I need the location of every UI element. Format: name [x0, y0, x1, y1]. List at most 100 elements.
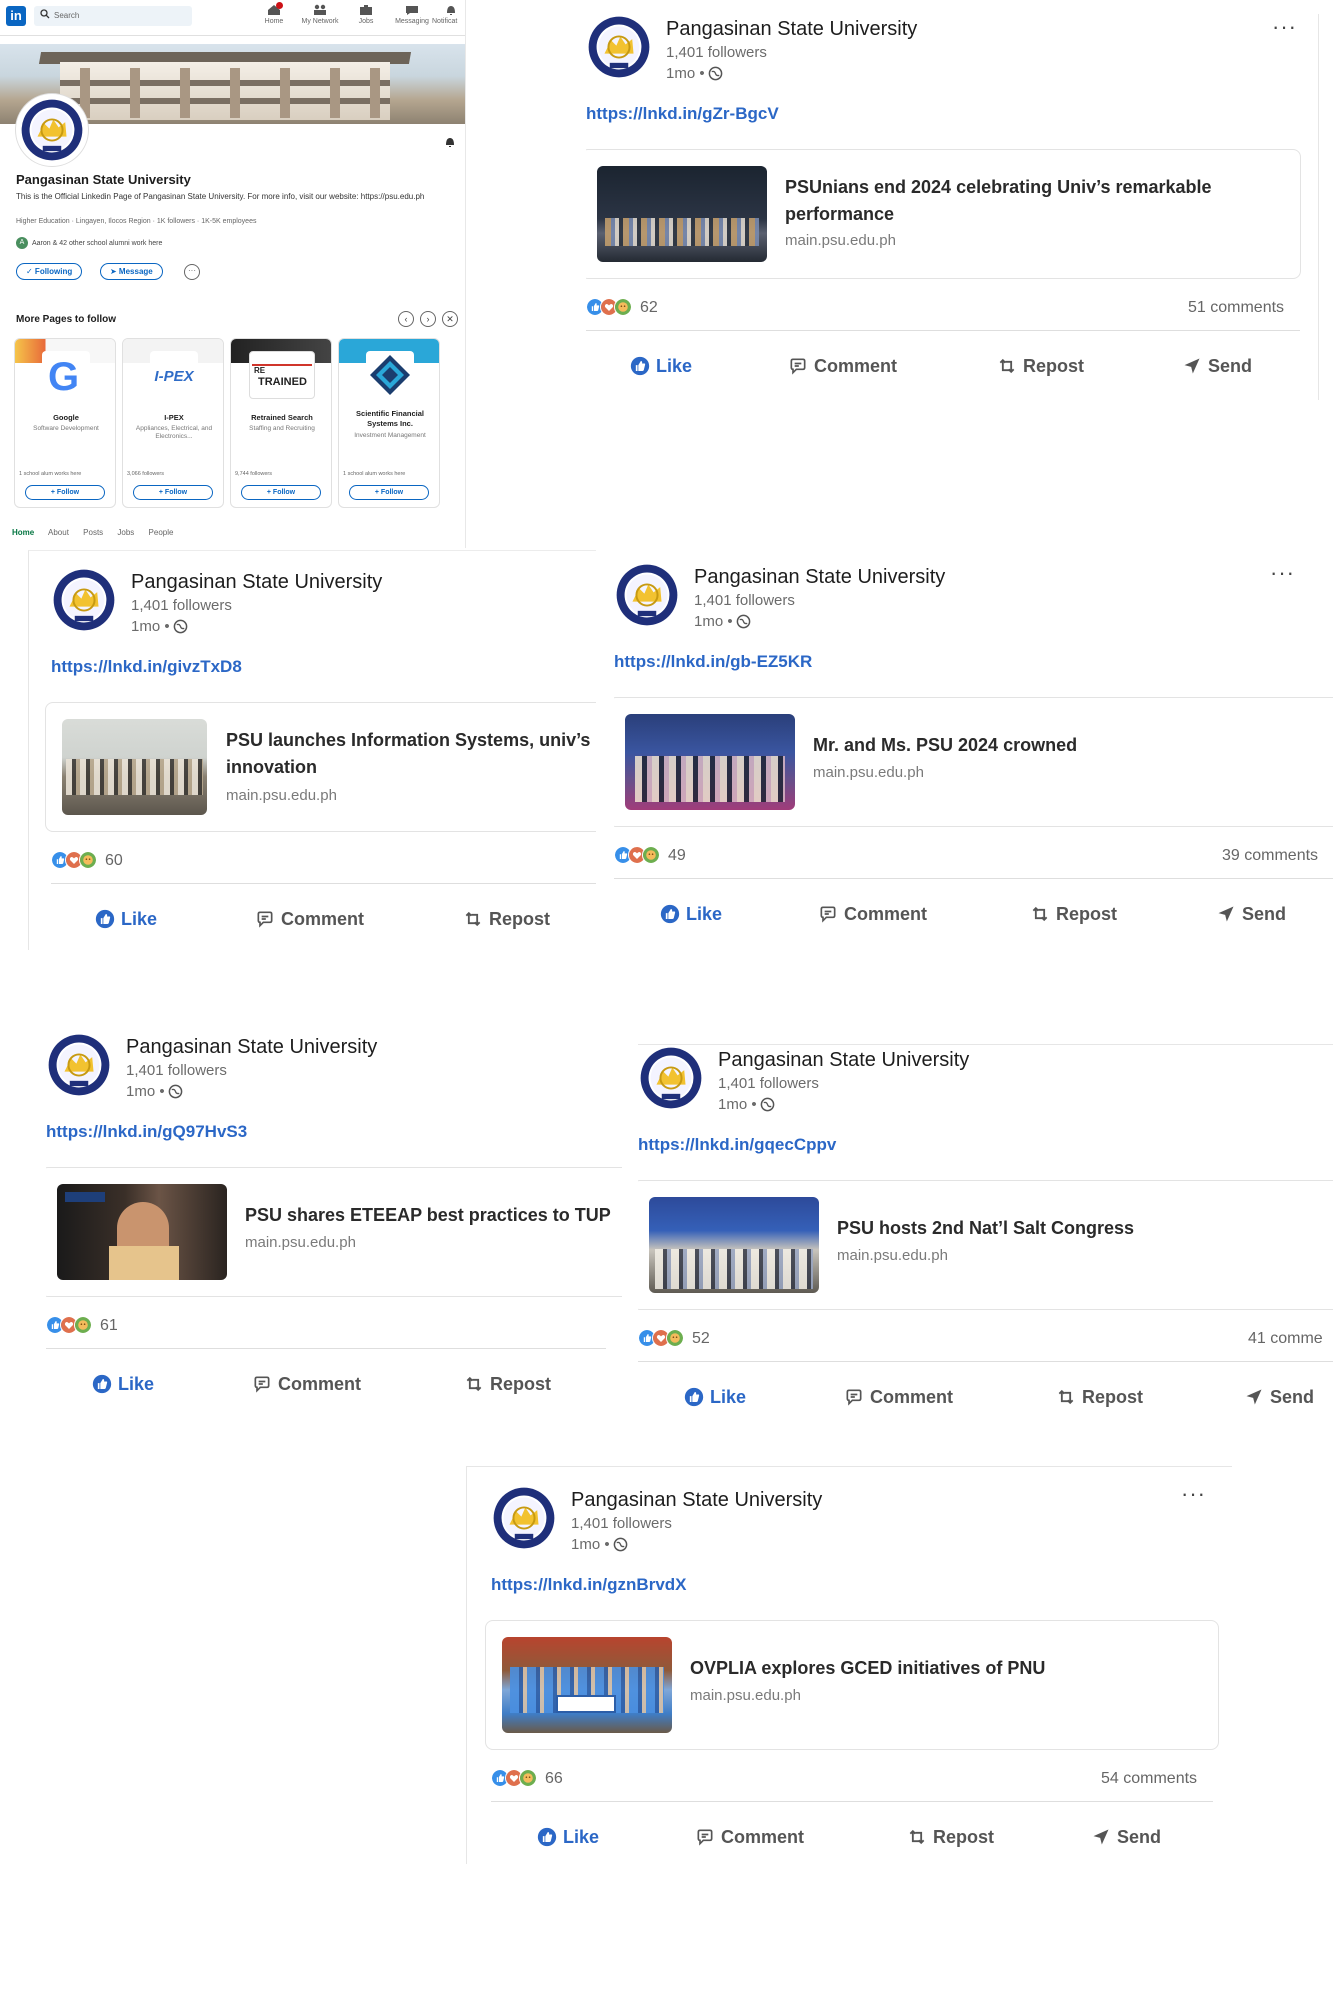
send-icon: [1182, 356, 1202, 376]
link-preview-card[interactable]: PSU shares ETEEAP best practices to TUP …: [46, 1167, 622, 1297]
university-logo[interactable]: [16, 94, 88, 166]
following-button[interactable]: ✓ Following: [16, 263, 83, 280]
comment-count[interactable]: 39 comments: [1222, 847, 1318, 865]
like-button[interactable]: Like: [684, 1387, 746, 1408]
link-preview-card[interactable]: Mr. and Ms. PSU 2024 crowned main.psu.ed…: [614, 697, 1333, 827]
carousel-next-button[interactable]: ›: [420, 311, 436, 327]
tab-home[interactable]: Home: [12, 528, 34, 537]
page-card-name: Retrained Search: [251, 413, 313, 422]
like-button[interactable]: Like: [92, 1374, 154, 1395]
author-avatar[interactable]: [491, 1485, 557, 1551]
message-button[interactable]: ➤ Message: [100, 263, 163, 280]
author-name[interactable]: Pangasinan State University: [718, 1049, 969, 1072]
notification-bell-icon[interactable]: [444, 136, 456, 148]
follow-button[interactable]: + Follow: [133, 485, 213, 500]
send-button[interactable]: Send: [1244, 1387, 1314, 1408]
search-input[interactable]: Search: [34, 6, 192, 26]
like-button[interactable]: Like: [660, 904, 722, 925]
alumni-note[interactable]: A Aaron & 42 other school alumni work her…: [16, 237, 162, 249]
comment-count[interactable]: 54 comments: [1101, 1770, 1197, 1788]
nav-home[interactable]: Home: [252, 2, 296, 25]
tab-people[interactable]: People: [149, 528, 174, 537]
tab-about[interactable]: About: [48, 528, 69, 537]
link-title: OVPLIA explores GCED initiatives of PNU: [690, 1658, 1046, 1678]
follow-button[interactable]: + Follow: [349, 485, 429, 500]
author-followers: 1,401 followers: [666, 44, 767, 61]
nav-jobs[interactable]: Jobs: [344, 4, 388, 25]
org-name: Pangasinan State University: [16, 172, 191, 187]
page-card-retrained-search[interactable]: RE TRAINED Retrained Search Staffing and…: [230, 338, 332, 508]
author-name[interactable]: Pangasinan State University: [571, 1489, 822, 1512]
comment-button[interactable]: Comment: [844, 1387, 953, 1408]
comment-count[interactable]: 41 comme: [1248, 1330, 1323, 1348]
network-icon: [313, 4, 327, 16]
link-preview-card[interactable]: PSU hosts 2nd Nat’l Salt Congress main.p…: [638, 1180, 1333, 1310]
author-avatar[interactable]: [638, 1045, 704, 1111]
comment-button[interactable]: Comment: [788, 356, 897, 377]
repost-button[interactable]: Repost: [907, 1827, 994, 1848]
reaction-count: 52: [692, 1330, 710, 1347]
comment-icon: [788, 356, 808, 376]
author-name[interactable]: Pangasinan State University: [666, 18, 917, 41]
follow-button[interactable]: + Follow: [25, 485, 105, 500]
author-avatar[interactable]: [51, 567, 117, 633]
comment-button[interactable]: Comment: [818, 904, 927, 925]
repost-icon: [997, 356, 1017, 376]
repost-icon: [907, 1827, 927, 1847]
repost-button[interactable]: Repost: [463, 909, 550, 930]
page-card-scientific-financial[interactable]: Scientific Financial Systems Inc. Invest…: [338, 338, 440, 508]
link-preview-card[interactable]: OVPLIA explores GCED initiatives of PNU …: [485, 1620, 1219, 1750]
close-icon[interactable]: ✕: [442, 311, 458, 327]
like-button[interactable]: Like: [630, 356, 692, 377]
like-button[interactable]: Like: [537, 1827, 599, 1848]
author-name[interactable]: Pangasinan State University: [126, 1036, 377, 1059]
page-card-ipex[interactable]: I-PEX I-PEX Appliances, Electrical, and …: [122, 338, 224, 508]
follow-button[interactable]: + Follow: [241, 485, 321, 500]
author-followers: 1,401 followers: [126, 1062, 227, 1079]
post-menu-button[interactable]: ···: [1181, 1481, 1206, 1507]
carousel-prev-button[interactable]: ‹: [398, 311, 414, 327]
comment-button[interactable]: Comment: [255, 909, 364, 930]
home-icon: [267, 2, 283, 16]
post-link[interactable]: https://lnkd.in/gb-EZ5KR: [614, 652, 812, 672]
page-card-google[interactable]: G Google Software Development 1 school a…: [14, 338, 116, 508]
link-preview-card[interactable]: PSU launches Information Systems, univ’s…: [45, 702, 596, 832]
repost-button[interactable]: Repost: [1030, 904, 1117, 925]
repost-button[interactable]: Repost: [464, 1374, 551, 1395]
linkedin-topbar: in Search Home My Network Jobs Messaging…: [0, 0, 465, 36]
comment-button[interactable]: Comment: [695, 1827, 804, 1848]
send-button[interactable]: Send: [1182, 356, 1252, 377]
tab-jobs[interactable]: Jobs: [117, 528, 134, 537]
nav-notifications[interactable]: Notificat: [432, 4, 465, 25]
send-button[interactable]: Send: [1091, 1827, 1161, 1848]
tab-posts[interactable]: Posts: [83, 528, 103, 537]
post-link[interactable]: https://lnkd.in/gQ97HvS3: [46, 1122, 247, 1142]
author-avatar[interactable]: [614, 562, 680, 628]
comment-count[interactable]: 51 comments: [1188, 299, 1284, 317]
post-link[interactable]: https://lnkd.in/gqecCppv: [638, 1135, 836, 1155]
post-menu-button[interactable]: ···: [1270, 562, 1295, 586]
author-name[interactable]: Pangasinan State University: [131, 571, 382, 594]
author-avatar[interactable]: [46, 1032, 112, 1098]
celebrate-reaction-icon: [74, 1316, 92, 1334]
bell-icon: [444, 4, 458, 16]
nav-my-network[interactable]: My Network: [298, 4, 342, 25]
repost-button[interactable]: Repost: [1056, 1387, 1143, 1408]
post-card: Pangasinan State University 1,401 follow…: [466, 1466, 1232, 1864]
author-name[interactable]: Pangasinan State University: [694, 566, 945, 589]
post-menu-button[interactable]: ···: [1272, 14, 1297, 40]
post-link[interactable]: https://lnkd.in/givzTxD8: [51, 657, 242, 677]
like-button[interactable]: Like: [95, 909, 157, 930]
post-link[interactable]: https://lnkd.in/gznBrvdX: [491, 1575, 687, 1595]
comment-button[interactable]: Comment: [252, 1374, 361, 1395]
author-avatar[interactable]: [586, 14, 652, 80]
linkedin-logo[interactable]: in: [6, 6, 26, 26]
link-preview-card[interactable]: PSUnians end 2024 celebrating Univ’s rem…: [586, 149, 1301, 279]
sfs-logo: [366, 351, 414, 399]
more-options-button[interactable]: ···: [184, 264, 200, 280]
post-link[interactable]: https://lnkd.in/gZr-BgcV: [586, 104, 779, 124]
ipex-logo: I-PEX: [150, 351, 198, 399]
repost-button[interactable]: Repost: [997, 356, 1084, 377]
nav-messaging[interactable]: Messaging: [390, 4, 434, 25]
send-button[interactable]: Send: [1216, 904, 1286, 925]
